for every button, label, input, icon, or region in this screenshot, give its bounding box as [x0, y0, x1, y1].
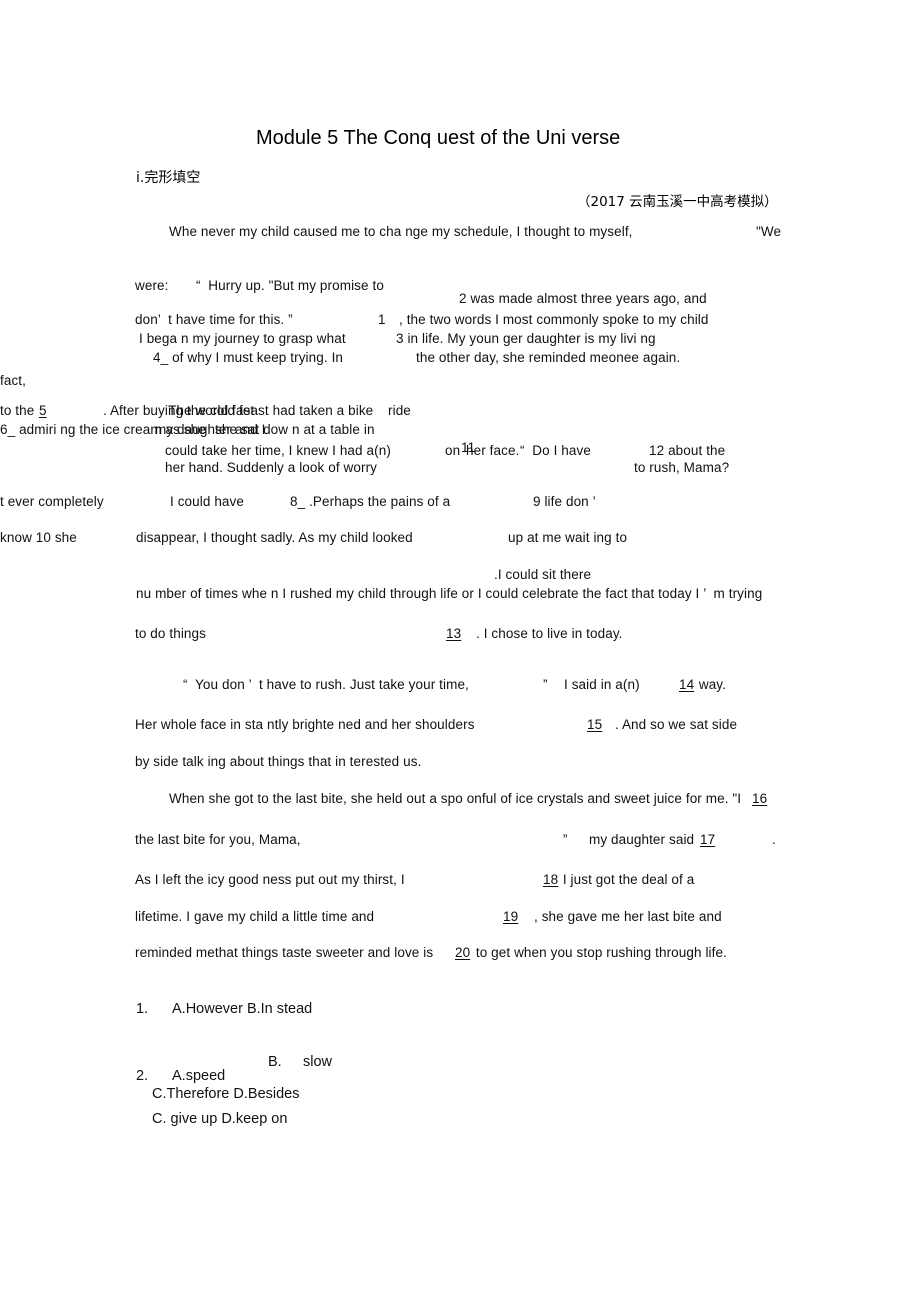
- passage-fragment: reminded methat things taste sweeter and…: [135, 945, 438, 960]
- passage-fragment: , she gave me her last bite and: [534, 909, 722, 924]
- option-item: slow: [303, 1054, 333, 1070]
- passage-fragment: 8_ .Perhaps the pains of a: [290, 494, 451, 509]
- passage-fragment: up at me wait ing to: [508, 530, 628, 545]
- passage-fragment: disappear, I thought sadly. As my child …: [136, 530, 413, 545]
- source-note: （2017 云南玉溪一中高考模拟）: [577, 194, 778, 210]
- passage-fragment: were:: [135, 278, 169, 293]
- passage-fragment: don’ t have time for this. ”: [135, 312, 293, 327]
- passage-fragment: to get when you stop rushing through lif…: [472, 945, 727, 960]
- passage-fragment: .I could sit there: [494, 567, 592, 582]
- passage-fragment: Whe never my child caused me to cha nge …: [169, 224, 633, 239]
- option-item: B.: [268, 1054, 282, 1070]
- passage-fragment: . I chose to live in today.: [476, 626, 623, 641]
- passage-fragment: 16: [752, 791, 768, 806]
- passage-fragment: her face.: [466, 443, 520, 458]
- passage-fragment: “ You don ’ t have to rush. Just take yo…: [183, 677, 469, 692]
- section-label: i.完形填空: [136, 170, 201, 186]
- passage-fragment: I could have: [170, 494, 244, 509]
- passage-fragment: could take her time, I knew I had a(n): [165, 443, 391, 458]
- passage-fragment: ”: [543, 677, 548, 692]
- option-item: A.However B.In stead: [172, 1001, 313, 1017]
- passage-fragment: .: [772, 832, 776, 847]
- passage-fragment: the last bite for you, Mama,: [135, 832, 301, 847]
- passage-fragment: As I left the icy good ness put out my t…: [135, 872, 405, 887]
- document-page: Module 5 The Conq uest of the Uni verse …: [0, 0, 920, 1303]
- passage-fragment: her hand. Suddenly a look of worry: [165, 460, 378, 475]
- passage-fragment: 19: [503, 909, 519, 924]
- passage-fragment: to rush, Mama?: [634, 460, 730, 475]
- passage-fragment: 20: [455, 945, 471, 960]
- passage-fragment: lifetime. I gave my child a little time …: [135, 909, 375, 924]
- option-item: A.speed: [172, 1068, 226, 1084]
- passage-fragment: 14: [679, 677, 695, 692]
- passage-fragment: the other day, she reminded meonee again…: [416, 350, 681, 365]
- passage-fragment: ”: [563, 832, 568, 847]
- passage-fragment: 15: [587, 717, 603, 732]
- passage-fragment: 9 life don ’: [533, 494, 596, 509]
- option-item: 1.: [136, 1001, 149, 1017]
- passage-fragment: by side talk ing about things that in te…: [135, 754, 422, 769]
- passage-fragment: t ever completely: [0, 494, 104, 509]
- passage-fragment: "We: [756, 224, 782, 239]
- passage-fragment: 17: [700, 832, 716, 847]
- passage-fragment: 3 in life. My youn ger daughter is my li…: [396, 331, 656, 346]
- option-item: C.Therefore D.Besides: [152, 1086, 300, 1102]
- passage-fragment: “ Do I have: [520, 443, 591, 458]
- passage-fragment: When she got to the last bite, she held …: [169, 791, 745, 806]
- passage-fragment: 4_ of why I must keep trying. In: [153, 350, 344, 365]
- option-item: C. give up D.keep on: [152, 1111, 288, 1127]
- passage-fragment: she sat dow n at a table in: [215, 422, 375, 437]
- passage-fragment: 5: [39, 403, 47, 418]
- passage-fragment: know 10 she: [0, 530, 77, 545]
- passage-fragment: I bega n my journey to grasp what: [139, 331, 346, 346]
- passage-fragment: my daughter said: [589, 832, 699, 847]
- option-item: 2.: [136, 1068, 149, 1084]
- passage-fragment: on: [445, 443, 461, 458]
- passage-fragment: to do things: [135, 626, 207, 641]
- page-title: Module 5 The Conq uest of the Uni verse: [256, 127, 621, 149]
- passage-fragment: 12 about the: [649, 443, 726, 458]
- passage-fragment: , the two words I most commonly spoke to…: [399, 312, 709, 327]
- passage-fragment: The world fast: [168, 403, 255, 418]
- passage-fragment: way.: [695, 677, 727, 692]
- passage-fragment: nu mber of times whe n I rushed my child…: [136, 586, 763, 601]
- passage-fragment: I just got the deal of a: [559, 872, 695, 887]
- passage-fragment: I said in a(n): [564, 677, 640, 692]
- passage-fragment: 18: [543, 872, 559, 887]
- passage-fragment: 2 was made almost three years ago, and: [459, 291, 707, 306]
- passage-fragment: to the: [0, 403, 39, 418]
- passage-fragment: fact,: [0, 373, 27, 388]
- passage-fragment: 1: [378, 312, 386, 327]
- passage-fragment: “ Hurry up. "But my promise to: [196, 278, 384, 293]
- passage-fragment: ride: [388, 403, 411, 418]
- passage-fragment: Her whole face in sta ntly brighte ned a…: [135, 717, 475, 732]
- passage-fragment: 13: [446, 626, 462, 641]
- passage-fragment: . And so we sat side: [615, 717, 738, 732]
